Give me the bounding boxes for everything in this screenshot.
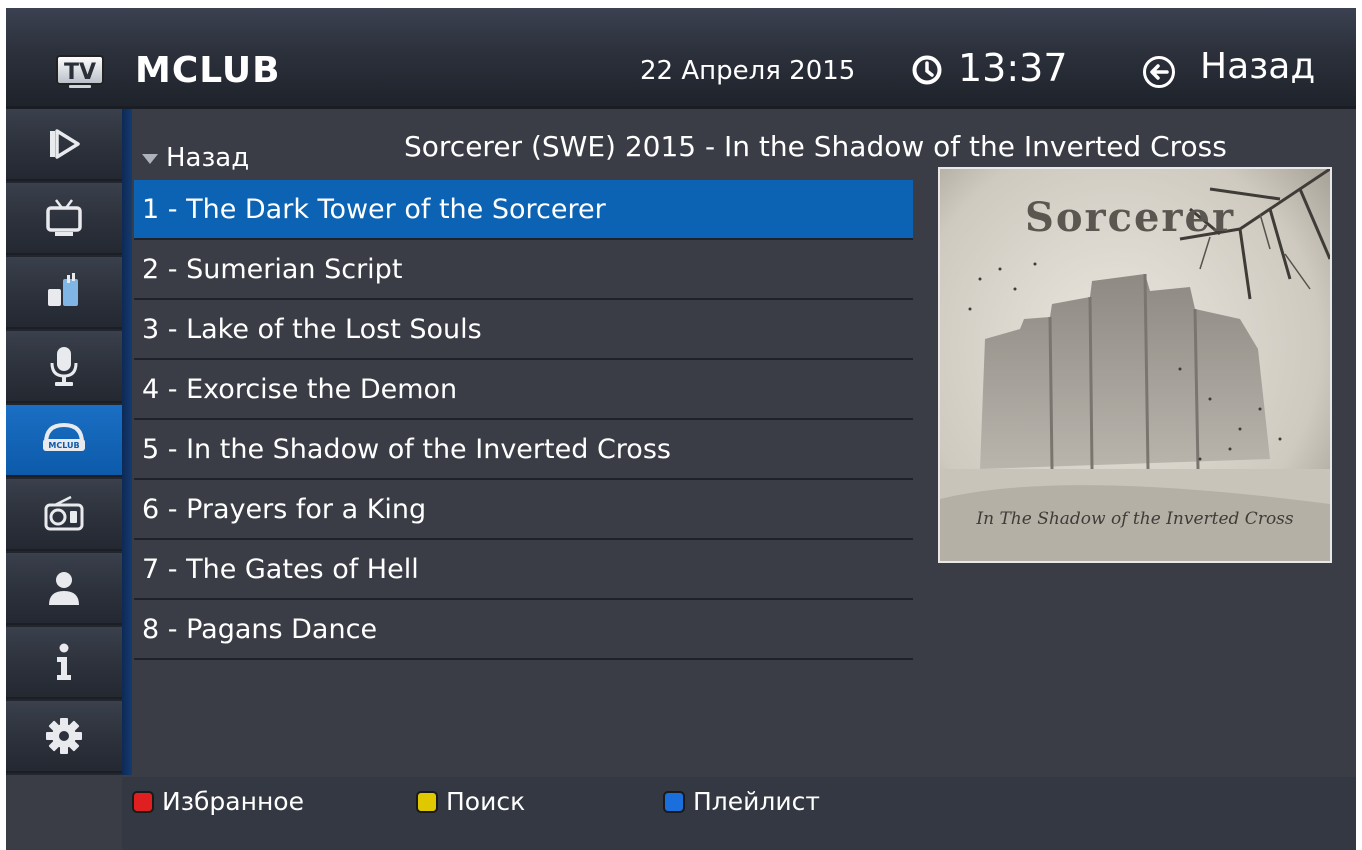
hint-search-label: Поиск xyxy=(446,787,526,816)
tv-screen: TV MCLUB 22 Апреля 2015 13:37 Назад MCLU… xyxy=(6,8,1356,850)
sidebar-item-settings[interactable] xyxy=(6,701,122,773)
album-title: Sorcerer (SWE) 2015 - In the Shadow of t… xyxy=(404,130,1227,163)
track-item[interactable]: 8 - Pagans Dance xyxy=(134,600,913,660)
triangle-down-icon xyxy=(142,154,158,164)
svg-text:Sorcerer: Sorcerer xyxy=(1025,194,1235,241)
mclub-icon: MCLUB xyxy=(43,422,85,451)
track-item[interactable]: 7 - The Gates of Hell xyxy=(134,540,913,600)
sidebar-item-mclub[interactable]: MCLUB xyxy=(6,405,122,477)
track-list: 1 - The Dark Tower of the Sorcerer 2 - S… xyxy=(134,180,913,660)
hint-favorites[interactable]: Избранное xyxy=(132,787,304,816)
sidebar-item-cinema[interactable] xyxy=(6,257,122,329)
red-key-icon xyxy=(132,790,154,813)
back-arrow-icon[interactable] xyxy=(1142,55,1176,89)
header-bar: TV MCLUB 22 Апреля 2015 13:37 Назад xyxy=(6,8,1356,109)
clock-icon xyxy=(912,55,942,85)
track-item[interactable]: 5 - In the Shadow of the Inverted Cross xyxy=(134,420,913,480)
gear-icon xyxy=(46,718,82,754)
svg-text:MCLUB: MCLUB xyxy=(48,441,79,450)
sidebar-item-play[interactable] xyxy=(6,109,122,181)
hint-favorites-label: Избранное xyxy=(162,787,304,816)
sidebar-item-tv[interactable] xyxy=(6,183,122,255)
sidebar-item-profile[interactable] xyxy=(6,553,122,625)
sidebar-item-info[interactable] xyxy=(6,627,122,699)
blue-key-icon xyxy=(663,790,685,813)
app-title: MCLUB xyxy=(135,50,281,91)
track-item[interactable]: 4 - Exorcise the Demon xyxy=(134,360,913,420)
play-icon xyxy=(50,129,80,159)
svg-text:TV: TV xyxy=(64,60,96,85)
svg-text:In The Shadow of the Inverted: In The Shadow of the Inverted Cross xyxy=(975,509,1294,529)
hint-playlist-label: Плейлист xyxy=(693,787,820,816)
list-back-label: Назад xyxy=(166,143,250,173)
clock-time: 13:37 xyxy=(958,46,1068,90)
sidebar-edge xyxy=(122,109,132,775)
yellow-key-icon xyxy=(416,790,438,813)
user-icon xyxy=(49,572,79,605)
date-label: 22 Апреля 2015 xyxy=(640,56,856,86)
footer-hints: Избранное Поиск Плейлист xyxy=(122,777,1356,850)
sidebar: MCLUB xyxy=(6,109,122,775)
sidebar-item-radio[interactable] xyxy=(6,479,122,551)
track-item[interactable]: 3 - Lake of the Lost Souls xyxy=(134,300,913,360)
album-cover: Sorcerer In The Shadow of the Inverted C… xyxy=(938,167,1332,563)
hint-search[interactable]: Поиск xyxy=(416,787,525,816)
track-item[interactable]: 6 - Prayers for a King xyxy=(134,480,913,540)
track-item[interactable]: 1 - The Dark Tower of the Sorcerer xyxy=(134,180,913,240)
microphone-icon xyxy=(50,347,78,386)
track-item[interactable]: 2 - Sumerian Script xyxy=(134,240,913,300)
tv-logo-icon: TV xyxy=(56,55,104,88)
hint-playlist[interactable]: Плейлист xyxy=(663,787,820,816)
radio-icon xyxy=(44,495,84,531)
cinema-icon xyxy=(48,273,78,306)
header-back-button[interactable]: Назад xyxy=(1200,46,1315,87)
info-icon xyxy=(57,643,71,680)
album-panel: Назад Sorcerer (SWE) 2015 - In the Shado… xyxy=(132,122,1356,778)
tv-icon xyxy=(46,199,82,236)
list-back-item[interactable]: Назад xyxy=(142,140,249,176)
album-cover-image: Sorcerer In The Shadow of the Inverted C… xyxy=(940,169,1330,561)
sidebar-item-karaoke[interactable] xyxy=(6,331,122,403)
